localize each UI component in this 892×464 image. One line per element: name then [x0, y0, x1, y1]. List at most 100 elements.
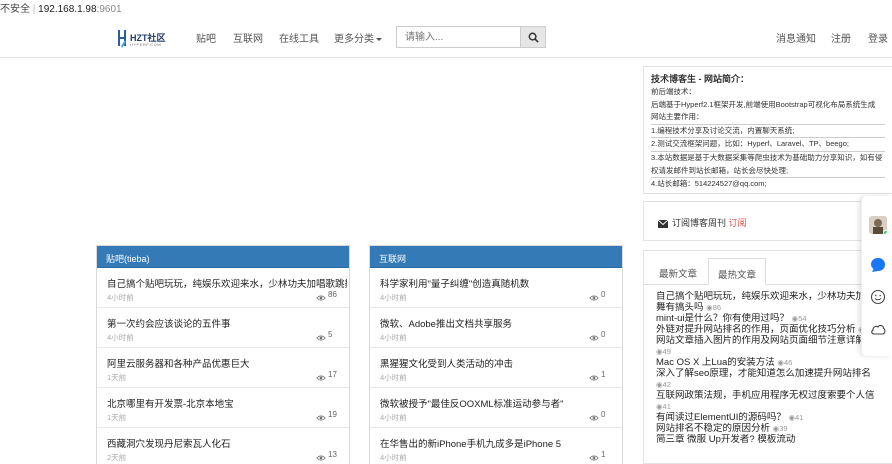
search-icon — [528, 32, 539, 43]
hot-article-views: 41 — [795, 413, 804, 422]
hot-article-list: 自己搞个贴吧玩玩，纯娱乐欢迎来水，少林功夫加唱歌跳 舞有搞头吗 ◉86 mint-u… — [656, 291, 892, 445]
list-item[interactable]: 第一次约会应该谈论的五件事 4小时前 5 — [97, 309, 349, 348]
nav-notifications[interactable]: 消息通知 — [776, 30, 816, 45]
list-item[interactable]: 科学家利用"量子纠缠"创造真随机数 4小时前 0 — [370, 269, 622, 308]
item-title[interactable]: 微软被授予"最佳反OOXML标准运动参与者" — [380, 396, 564, 410]
list-item[interactable]: 北京哪里有开发票-北京本地宝 1天前 19 — [97, 389, 349, 428]
item-title[interactable]: 第一次约会应该谈论的五件事 — [107, 316, 231, 330]
nav-login[interactable]: 登录 — [868, 30, 888, 45]
hot-article-title[interactable]: 互联网政策法规，手机应用程序无权过度索要个人信 — [656, 390, 875, 401]
site-intro-panel: 技术博客生 - 网站简介： 前后端技术： 后端基于Hyperf2.1框架开发,前… — [643, 66, 892, 194]
views-eye-icon — [589, 290, 599, 301]
emoji-button[interactable] — [869, 288, 887, 306]
tab-hottest[interactable]: 最热文章 — [708, 258, 766, 285]
item-views: 86 — [328, 290, 337, 299]
views-eye-icon — [589, 450, 599, 461]
subscribe-link[interactable]: 订阅 — [729, 218, 747, 228]
list-item[interactable]: 黑猩猩文化受到人类活动的冲击 4小时前 1 — [370, 349, 622, 388]
hot-article-item[interactable]: 自己搞个贴吧玩玩，纯娱乐欢迎来水，少林功夫加唱歌跳 — [656, 291, 892, 302]
hot-article-item[interactable]: 深入了解seo原理，才能知道怎么加速提升网站排名 — [656, 368, 892, 379]
hot-article-item[interactable]: 外链对提升网站排名的作用，页面优化技巧分析 ◉50 — [656, 324, 892, 335]
item-time: 4小时前 — [107, 293, 134, 302]
item-title[interactable]: 自己搞个贴吧玩玩，纯娱乐欢迎来水，少林功夫加唱歌跳舞 — [107, 276, 347, 290]
hot-article-item[interactable]: Mac OS X 上Lua的安装方法 ◉46 — [656, 357, 892, 368]
intro-line: 4.站长邮箱：514224527@qq.com; — [651, 177, 885, 191]
item-time: 4小时前 — [107, 333, 134, 342]
online-status-dot — [883, 230, 887, 234]
item-time: 4小时前 — [380, 413, 407, 422]
list-item[interactable]: 阿里云服务器和各种产品优惠巨大 1天前 17 — [97, 349, 349, 388]
nav-internet[interactable]: 互联网 — [233, 30, 263, 45]
list-item[interactable]: 西藏洞穴发现丹尼索瓦人化石 2天前 13 — [97, 429, 349, 464]
envelope-icon — [657, 219, 669, 228]
item-title[interactable]: 北京哪里有开发票-北京本地宝 — [107, 396, 234, 410]
item-title[interactable]: 科学家利用"量子纠缠"创造真随机数 — [380, 276, 529, 290]
hot-article-title[interactable]: 外链对提升网站排名的作用，页面优化技巧分析 — [656, 324, 856, 335]
views-eye-icon — [589, 370, 599, 381]
intro-line: 权请发邮件到站长邮箱，站长会尽快处理; — [651, 165, 789, 175]
nav-more-categories[interactable]: 更多分类 — [334, 30, 382, 45]
intro-line: 2.测试交流框架问题，比如：Hyperf、Laravel、TP、beego; — [651, 137, 885, 151]
avatar[interactable] — [869, 216, 887, 234]
hot-article-item[interactable]: ◉41 — [656, 401, 892, 412]
hot-article-item[interactable]: 网站文章插入图片的作用及网站页面细节注意详解 — [656, 335, 892, 346]
hot-article-title[interactable]: 深入了解seo原理，才能知道怎么加速提升网站排名 — [656, 368, 871, 379]
item-views: 17 — [328, 370, 337, 379]
list-item[interactable]: 自己搞个贴吧玩玩，纯娱乐欢迎来水，少林功夫加唱歌跳舞 4小时前 86 — [97, 269, 349, 308]
hot-article-item[interactable]: 互联网政策法规，手机应用程序无权过度索要个人信 — [656, 390, 892, 401]
site-logo[interactable]: HZT社区 HYPERF.COM — [116, 26, 180, 50]
search-button[interactable] — [520, 26, 546, 48]
chat-bubble-icon — [871, 258, 885, 272]
views-eye-icon — [316, 450, 326, 461]
hot-article-item[interactable]: mint-ui是什么？你有使用过吗？ ◉54 — [656, 313, 892, 324]
list-item[interactable]: 在华售出的新iPhone手机九成多是iPhone 5 4小时前 1 — [370, 429, 622, 464]
url-host: 192.168.1.98 — [38, 4, 97, 15]
item-title[interactable]: 西藏洞穴发现丹尼索瓦人化石 — [107, 436, 231, 450]
item-views: 0 — [601, 330, 606, 339]
nav-online-tools[interactable]: 在线工具 — [279, 30, 319, 45]
item-views: 5 — [328, 330, 333, 339]
views-eye-icon — [589, 330, 599, 341]
item-time: 4小时前 — [380, 293, 407, 302]
nav-tieba[interactable]: 贴吧 — [196, 30, 216, 45]
hot-article-item[interactable]: 简三章 微服 Up开发者? 模板流动 — [656, 434, 892, 445]
hot-article-views: 41 — [662, 402, 671, 411]
item-views: 1 — [601, 370, 606, 379]
intro-line: 网站主要作用： — [651, 112, 704, 122]
hot-article-title[interactable]: 网站文章插入图片的作用及网站页面细节注意详解 — [656, 335, 865, 346]
address-bar[interactable]: 不安全 | 192.168.1.98:9601 — [0, 0, 892, 15]
subscribe-label: 订阅博客周刊 — [672, 218, 727, 228]
tabs-bar: 最新文章 最热文章 — [644, 251, 892, 285]
hot-article-item[interactable]: ◉49 — [656, 346, 892, 357]
hot-article-title[interactable]: 自己搞个贴吧玩玩，纯娱乐欢迎来水，少林功夫加唱歌跳 — [656, 291, 892, 302]
list-item[interactable]: 微软被授予"最佳反OOXML标准运动参与者" 4小时前 0 — [370, 389, 622, 428]
hot-article-title[interactable]: 网站排名不稳定的原因分析 — [656, 423, 770, 434]
hot-article-item[interactable]: 舞有搞头吗 ◉86 — [656, 302, 892, 313]
hot-article-item[interactable]: 有闻读过ElementUI的源码吗？ ◉41 — [656, 412, 892, 423]
list-item[interactable]: 微软、Adobe推出文档共享服务 4小时前 0 — [370, 309, 622, 348]
hot-article-title[interactable]: 舞有搞头吗 — [656, 302, 704, 313]
chat-bubble-button[interactable] — [869, 256, 887, 274]
intro-line: 后端基于Hyperf2.1框架开发,前端使用Bootstrap可视化布局系统生成 — [651, 99, 876, 109]
hot-article-title[interactable]: Mac OS X 上Lua的安装方法 — [656, 357, 775, 368]
intro-title: 技术博客生 - 网站简介： — [651, 74, 749, 84]
hot-article-views: 39 — [779, 424, 788, 433]
hot-article-title[interactable]: 有闻读过ElementUI的源码吗？ — [656, 412, 786, 423]
intro-line: 前后端技术： — [651, 87, 696, 96]
tab-latest[interactable]: 最新文章 — [650, 258, 706, 285]
article-tabs-panel: 最新文章 最热文章 自己搞个贴吧玩玩，纯娱乐欢迎来水，少林功夫加唱歌跳 舞有搞头吗… — [643, 250, 892, 464]
search-input[interactable] — [396, 26, 520, 48]
top-navbar: HZT社区 HYPERF.COM 贴吧 互联网 在线工具 更多分类 消息通知 注… — [0, 18, 892, 58]
nav-register[interactable]: 注册 — [831, 30, 851, 45]
cloud-button[interactable] — [869, 320, 887, 338]
item-title[interactable]: 在华售出的新iPhone手机九成多是iPhone 5 — [380, 436, 561, 450]
hot-article-title[interactable]: 简三章 微服 Up开发者? 模板流动 — [656, 434, 795, 445]
item-title[interactable]: 微软、Adobe推出文档共享服务 — [380, 316, 512, 330]
hot-article-item[interactable]: 网站排名不稳定的原因分析 ◉39 — [656, 423, 892, 434]
item-title[interactable]: 阿里云服务器和各种产品优惠巨大 — [107, 356, 250, 370]
floating-side-toolbar — [861, 196, 892, 356]
intro-line: 1.编程技术分享及讨论交流，内置聊天系统; — [651, 123, 885, 138]
item-title[interactable]: 黑猩猩文化受到人类活动的冲击 — [380, 356, 513, 370]
hot-article-item[interactable]: ◉42 — [656, 379, 892, 390]
hot-article-title[interactable]: mint-ui是什么？你有使用过吗？ — [656, 313, 789, 324]
